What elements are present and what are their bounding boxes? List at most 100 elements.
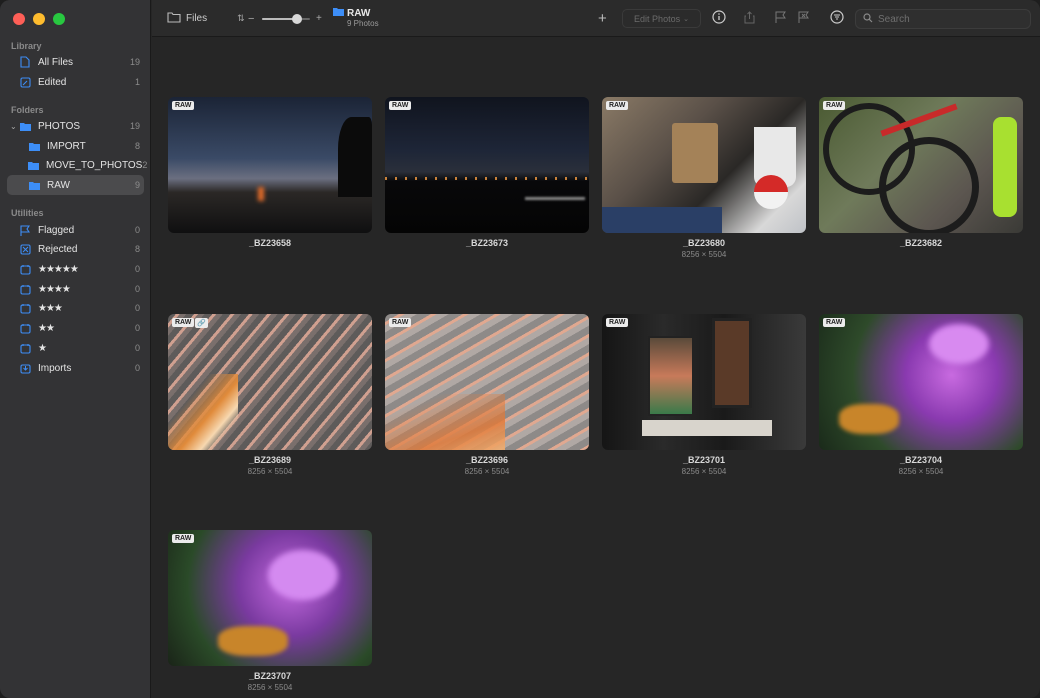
sidebar-item-5-stars[interactable]: ★★★★★ 0 bbox=[7, 259, 144, 279]
minimize-window-button[interactable] bbox=[33, 13, 45, 25]
folder-icon bbox=[28, 179, 40, 191]
photo-thumbnail[interactable]: RAW bbox=[168, 97, 372, 233]
close-window-button[interactable] bbox=[13, 13, 25, 25]
photo-dimensions: 8256 × 5504 bbox=[681, 250, 727, 259]
sidebar-item-label: All Files bbox=[38, 56, 74, 68]
filter-button[interactable] bbox=[830, 0, 844, 37]
photo-cell[interactable]: RAW 🔗 _BZ23689 8256 × 5504 bbox=[168, 314, 372, 476]
edit-photos-label: Edit Photos bbox=[634, 13, 681, 24]
sidebar-item-1-star[interactable]: ★ 0 bbox=[7, 338, 144, 358]
photo-thumbnail[interactable]: RAW bbox=[819, 314, 1023, 450]
chevron-down-icon: ⌄ bbox=[683, 15, 689, 23]
edit-photos-button[interactable]: Edit Photos ⌄ bbox=[622, 9, 701, 28]
sidebar-item-count: 0 bbox=[134, 343, 140, 353]
zoom-slider[interactable] bbox=[262, 0, 312, 37]
zoom-out-button[interactable]: − bbox=[248, 0, 254, 37]
zoom-slider-knob[interactable] bbox=[292, 13, 303, 24]
sidebar-item-count: 19 bbox=[129, 57, 140, 67]
photo-thumbnail[interactable]: RAW bbox=[819, 97, 1023, 233]
photo-cell[interactable]: RAW _BZ23701 8256 × 5504 bbox=[602, 314, 806, 476]
photo-cell[interactable]: RAW _BZ23682 bbox=[819, 97, 1023, 248]
sidebar-item-label: IMPORT bbox=[47, 140, 86, 152]
search-field[interactable]: Search bbox=[855, 9, 1031, 29]
sidebar-item-flagged[interactable]: Flagged 0 bbox=[7, 220, 144, 240]
photo-name: _BZ23696 bbox=[465, 455, 509, 465]
edit-icon bbox=[19, 76, 31, 88]
share-button[interactable] bbox=[744, 0, 755, 37]
folders-header: Folders bbox=[11, 105, 44, 115]
sidebar-item-count: 1 bbox=[134, 77, 140, 87]
sidebar-item-count: 19 bbox=[129, 121, 140, 131]
info-button[interactable] bbox=[712, 0, 726, 37]
photo-thumbnail[interactable]: RAW bbox=[385, 97, 589, 233]
import-icon bbox=[19, 362, 31, 374]
folder-header: RAW 9 Photos bbox=[333, 7, 379, 28]
folder-icon bbox=[28, 140, 40, 152]
sidebar-item-4-stars[interactable]: ★★★★ 0 bbox=[7, 279, 144, 299]
photo-cell[interactable]: RAW _BZ23707 8256 × 5504 bbox=[168, 530, 372, 692]
photo-cell[interactable]: RAW _BZ23658 bbox=[168, 97, 372, 248]
share-icon bbox=[744, 10, 755, 27]
sidebar-item-count: 0 bbox=[134, 264, 140, 274]
app-window: Library All Files 19 Edited 1 Folders ⌄ … bbox=[0, 0, 1040, 698]
sidebar-folder-raw[interactable]: RAW 9 bbox=[7, 175, 144, 195]
photo-thumbnail[interactable]: RAW 🔗 bbox=[168, 314, 372, 450]
sidebar-item-label: ★★ bbox=[38, 322, 55, 334]
library-header: Library bbox=[11, 41, 42, 51]
sidebar-item-count: 0 bbox=[134, 303, 140, 313]
sidebar-item-count: 0 bbox=[134, 363, 140, 373]
sidebar-item-label: MOVE_TO_PHOTOS bbox=[46, 159, 143, 171]
sidebar-item-count: 2 bbox=[142, 160, 148, 170]
sidebar-item-3-stars[interactable]: ★★★ 0 bbox=[7, 298, 144, 318]
photo-name: _BZ23707 bbox=[248, 671, 292, 681]
sidebar-folder-import[interactable]: IMPORT 8 bbox=[7, 136, 144, 156]
sidebar-item-edited[interactable]: Edited 1 bbox=[7, 72, 144, 92]
calendar-icon bbox=[19, 283, 31, 295]
sidebar-item-2-stars[interactable]: ★★ 0 bbox=[7, 318, 144, 338]
raw-badge: RAW bbox=[172, 101, 195, 110]
photo-cell[interactable]: RAW _BZ23680 8256 × 5504 bbox=[602, 97, 806, 259]
sidebar: Library All Files 19 Edited 1 Folders ⌄ … bbox=[0, 0, 151, 698]
chevron-down-icon[interactable]: ⌄ bbox=[10, 122, 17, 131]
folder-title: RAW bbox=[347, 7, 371, 19]
zoom-window-button[interactable] bbox=[53, 13, 65, 25]
sidebar-item-count: 8 bbox=[134, 244, 140, 254]
zoom-in-button[interactable]: + bbox=[316, 0, 322, 37]
folder-icon bbox=[333, 7, 344, 19]
sidebar-item-label: ★★★ bbox=[38, 302, 63, 314]
folder-icon bbox=[28, 159, 39, 171]
sidebar-item-rejected[interactable]: Rejected 8 bbox=[7, 239, 144, 259]
photo-cell[interactable]: RAW _BZ23696 8256 × 5504 bbox=[385, 314, 589, 476]
sidebar-folder-photos[interactable]: ⌄ PHOTOS 19 bbox=[7, 116, 144, 136]
raw-badge: RAW bbox=[172, 534, 195, 543]
folder-outline-icon bbox=[167, 11, 181, 26]
photo-cell[interactable]: RAW _BZ23704 8256 × 5504 bbox=[819, 314, 1023, 476]
photo-thumbnail[interactable]: RAW bbox=[168, 530, 372, 666]
add-button[interactable]: + bbox=[598, 0, 607, 37]
photo-name: _BZ23689 bbox=[248, 455, 292, 465]
sidebar-item-count: 0 bbox=[134, 284, 140, 294]
photo-thumbnail[interactable]: RAW bbox=[385, 314, 589, 450]
sidebar-item-imports[interactable]: Imports 0 bbox=[7, 358, 144, 378]
flag-icon bbox=[775, 11, 786, 26]
photo-cell[interactable]: RAW _BZ23673 bbox=[385, 97, 589, 248]
flag-button[interactable] bbox=[775, 0, 786, 37]
calendar-icon bbox=[19, 342, 31, 354]
sidebar-item-label: ★★★★★ bbox=[38, 263, 79, 275]
photo-thumbnail[interactable]: RAW bbox=[602, 97, 806, 233]
sidebar-folder-move-to-photos[interactable]: MOVE_TO_PHOTOS 2 bbox=[7, 155, 148, 175]
document-icon bbox=[19, 56, 31, 68]
photo-name: _BZ23658 bbox=[248, 238, 292, 248]
photo-thumbnail[interactable]: RAW bbox=[602, 314, 806, 450]
photo-name: _BZ23680 bbox=[682, 238, 726, 248]
sidebar-item-label: Rejected bbox=[38, 243, 78, 255]
source-label: Files bbox=[186, 13, 208, 24]
rejected-icon bbox=[19, 243, 31, 255]
search-placeholder: Search bbox=[878, 13, 910, 25]
reject-flag-button[interactable] bbox=[798, 0, 809, 37]
sidebar-item-all-files[interactable]: All Files 19 bbox=[7, 52, 144, 72]
sidebar-item-label: Flagged bbox=[38, 224, 75, 236]
raw-badge: RAW bbox=[823, 318, 846, 327]
filter-icon bbox=[830, 10, 844, 27]
source-selector[interactable]: Files ⇅ bbox=[167, 0, 245, 37]
